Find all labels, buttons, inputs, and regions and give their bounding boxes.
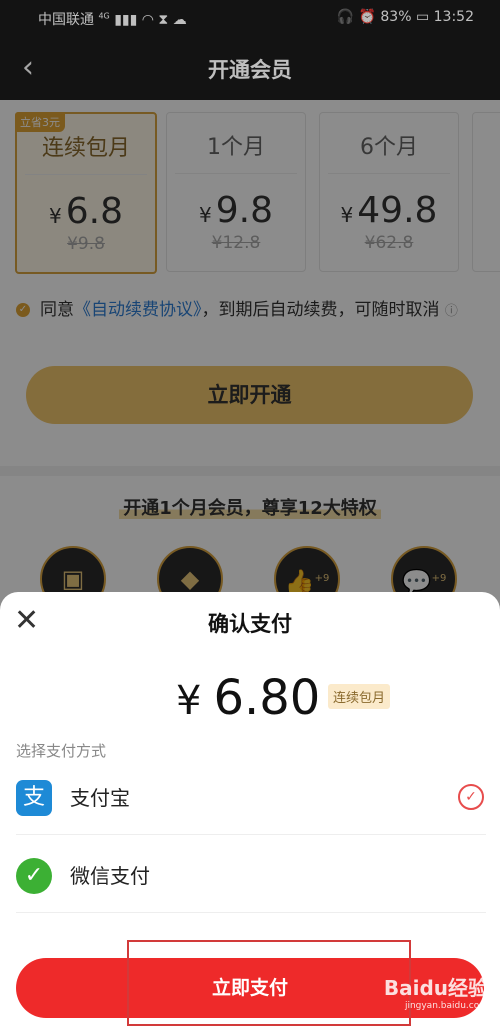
payment-option-label: 支付宝 [70, 786, 130, 810]
payment-sheet: ✕ 确认支付 ¥6.80 连续包月 选择支付方式 支 支付宝 ✓ ✓ 微信支付 … [0, 592, 500, 1027]
payment-method-label: 选择支付方式 [16, 742, 107, 760]
header-overlay [0, 0, 500, 100]
wechat-pay-icon: ✓ [16, 858, 52, 894]
sheet-title: 确认支付 [208, 612, 292, 636]
payment-option-alipay[interactable]: 支 支付宝 ✓ [16, 760, 486, 835]
payment-amount: ¥6.80 [176, 670, 321, 726]
alipay-icon: 支 [16, 780, 52, 816]
payment-option-label: 微信支付 [70, 864, 150, 888]
selected-check-icon: ✓ [458, 784, 484, 810]
payment-option-wechat[interactable]: ✓ 微信支付 [16, 838, 486, 913]
plan-type-badge: 连续包月 [328, 684, 391, 709]
baidu-watermark-logo: Baidu经验 jingyan.baidu.com [383, 976, 488, 1011]
